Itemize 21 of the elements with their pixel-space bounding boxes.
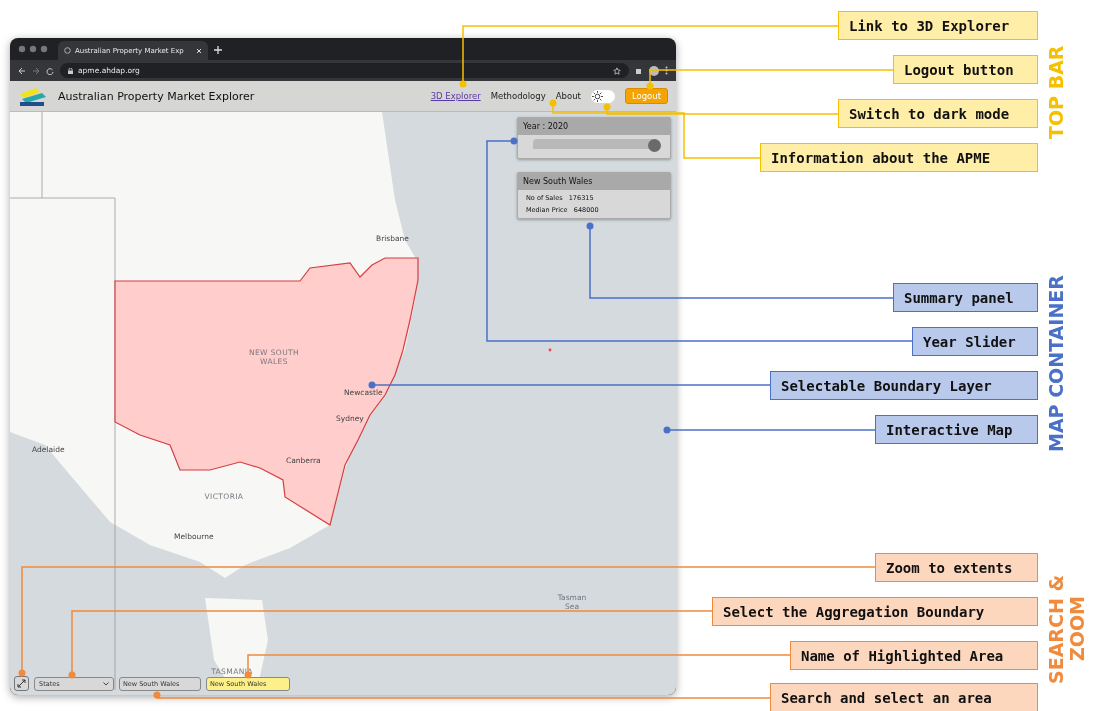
- callout-label: Link to 3D Explorer: [838, 11, 1038, 40]
- callout-label: Switch to dark mode: [838, 99, 1038, 128]
- callout-label: Year Slider: [912, 327, 1038, 356]
- year-label: Year : 2020: [518, 118, 670, 135]
- callout-label: Interactive Map: [875, 415, 1038, 444]
- callout-label: Name of Highlighted Area: [790, 641, 1038, 670]
- section-title: MAP CONTAINER: [1046, 274, 1068, 454]
- callout-label: Information about the APME: [760, 143, 1038, 172]
- section-title: TOP BAR: [1046, 44, 1068, 140]
- app-title: Australian Property Market Explorer: [58, 89, 256, 103]
- nav-link[interactable]: About: [555, 91, 581, 101]
- callout-label: Search and select an area: [770, 683, 1038, 711]
- callout-label: Logout button: [893, 55, 1038, 84]
- callout-label: Selectable Boundary Layer: [770, 371, 1038, 400]
- callout-label: Select the Aggregation Boundary: [712, 597, 1038, 626]
- section-title: SEARCH & ZOOM: [1046, 573, 1089, 686]
- callout-label: Zoom to extents: [875, 553, 1038, 582]
- summary-title: New South Wales: [518, 173, 670, 190]
- nav-link[interactable]: Methodology: [490, 91, 546, 101]
- nav-link[interactable]: 3D Explorer: [430, 91, 481, 101]
- callout-label: Summary panel: [893, 283, 1038, 312]
